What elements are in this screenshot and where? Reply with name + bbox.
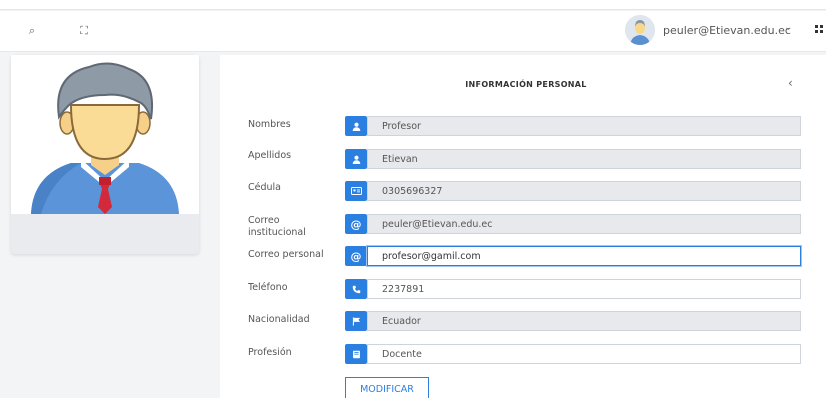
field-label: Profesión bbox=[248, 347, 292, 358]
telefono-field[interactable] bbox=[367, 279, 801, 299]
modificar-button[interactable]: MODIFICAR bbox=[345, 377, 429, 398]
form-row-nombres: Nombres bbox=[220, 114, 826, 140]
apellidos-field[interactable] bbox=[367, 149, 801, 169]
correo-personal-field[interactable] bbox=[367, 246, 801, 266]
user-icon bbox=[345, 149, 367, 169]
field-label: Nacionalidad bbox=[248, 314, 310, 325]
form-row-profesion: Profesión bbox=[220, 342, 826, 368]
at-icon: @ bbox=[345, 214, 367, 234]
phone-icon bbox=[345, 279, 367, 299]
field-label: Apellidos bbox=[248, 150, 292, 161]
book-icon bbox=[345, 344, 367, 364]
apps-grid-icon[interactable] bbox=[815, 25, 825, 35]
search-icon[interactable]: ⌕ bbox=[24, 23, 40, 39]
user-avatar[interactable] bbox=[625, 15, 655, 45]
nombres-field[interactable] bbox=[367, 116, 801, 136]
field-label: Nombres bbox=[248, 119, 291, 130]
form-row-apellidos: Apellidos bbox=[220, 147, 826, 173]
user-icon bbox=[345, 116, 367, 136]
cedula-field[interactable] bbox=[367, 181, 801, 201]
field-label: Cédula bbox=[248, 182, 281, 193]
form-row-correo-personal: Correo personal @ bbox=[220, 244, 826, 270]
panel-title: INFORMACIÓN PERSONAL bbox=[465, 80, 587, 89]
at-icon: @ bbox=[345, 246, 367, 266]
field-label: Correo institucional bbox=[248, 215, 306, 238]
flag-icon bbox=[345, 311, 367, 331]
field-label: Correo personal bbox=[248, 249, 324, 260]
form-row-nacionalidad: Nacionalidad bbox=[220, 309, 826, 335]
fullscreen-icon[interactable]: ⛶ bbox=[76, 23, 92, 39]
form-row-cedula: Cédula bbox=[220, 179, 826, 205]
id-card-icon bbox=[345, 181, 367, 201]
form-row-correo-institucional: Correo institucional @ bbox=[220, 212, 826, 238]
form-row-telefono: Teléfono bbox=[220, 277, 826, 303]
field-label: Teléfono bbox=[248, 282, 288, 293]
profesion-field[interactable] bbox=[367, 344, 801, 364]
collapse-chevron-icon[interactable]: ‹ bbox=[788, 76, 793, 90]
chevron-down-icon[interactable]: ⌄ bbox=[784, 22, 792, 33]
nacionalidad-field[interactable] bbox=[367, 311, 801, 331]
profile-photo-card bbox=[11, 55, 199, 254]
top-bar: ⌕ ⛶ peuler@Etievan.edu.ec ⌄ bbox=[0, 11, 826, 52]
top-strip bbox=[0, 0, 826, 10]
personal-info-panel: INFORMACIÓN PERSONAL ‹ Nombres Apellidos… bbox=[220, 55, 826, 398]
user-email[interactable]: peuler@Etievan.edu.ec bbox=[663, 24, 791, 37]
profile-photo bbox=[11, 55, 199, 214]
correo-institucional-field[interactable] bbox=[367, 214, 801, 234]
